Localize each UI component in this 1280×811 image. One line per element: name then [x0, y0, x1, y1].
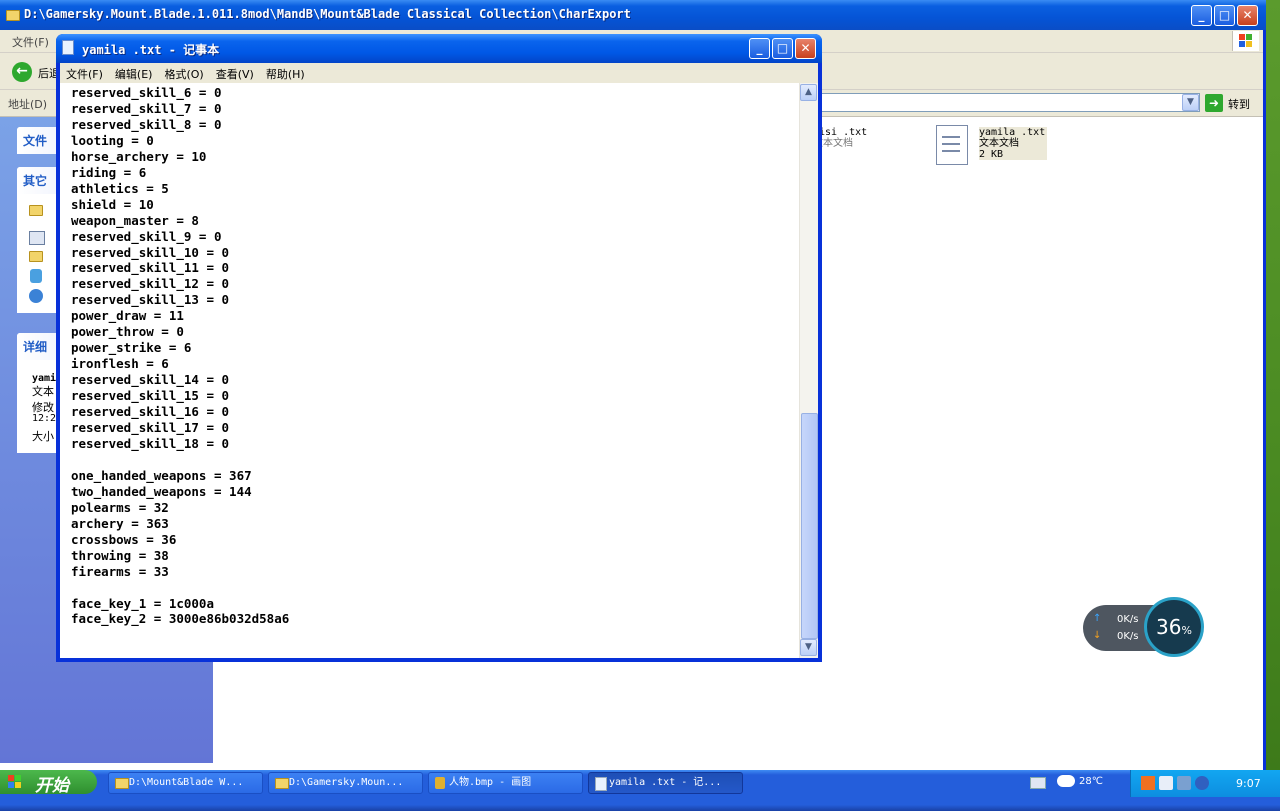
network-tray-icon[interactable]	[1177, 776, 1191, 790]
documents-icon[interactable]	[29, 231, 45, 245]
folder-icon	[115, 778, 129, 789]
weather-icon[interactable]	[1057, 775, 1075, 787]
address-label: 地址(D)	[8, 98, 48, 111]
taskbar-button-label: D:\Mount&Blade W...	[129, 777, 244, 788]
notepad-icon	[62, 40, 74, 55]
notepad-content[interactable]: reserved_skill_6 = 0 reserved_skill_7 = …	[60, 83, 799, 627]
taskbar-button-label: yamila .txt - 记...	[609, 777, 722, 788]
file-name: eisi .txt	[813, 127, 868, 138]
download-speed: 0K/s	[1117, 631, 1139, 642]
tray-app-icon[interactable]	[1141, 776, 1155, 790]
volume-icon[interactable]	[1159, 776, 1173, 790]
file-name: yamila .txt	[979, 127, 1046, 138]
notepad-minimize-button[interactable]: _	[749, 38, 770, 59]
notepad-vertical-scrollbar[interactable]: ▲ ▼	[799, 83, 818, 658]
file-item-yamila[interactable]: yamila .txt 文本文档 2 KB	[979, 127, 1047, 160]
upload-speed: 0K/s	[1117, 614, 1139, 625]
menu-format[interactable]: 格式(O)	[164, 65, 203, 85]
notepad-maximize-button[interactable]: □	[772, 38, 793, 59]
explorer-title-bar[interactable]: D:\Gamersky.Mount.Blade.1.011.8mod\MandB…	[0, 0, 1266, 30]
file-size: B	[813, 149, 883, 160]
clock[interactable]: 9:07	[1236, 777, 1261, 790]
usage-unit: %	[1181, 624, 1192, 637]
taskbar-button-label: 人物.bmp - 画图	[449, 777, 532, 788]
usage-value: 36	[1156, 615, 1182, 639]
folder-icon	[275, 778, 289, 789]
start-label: 开始	[35, 776, 69, 796]
windows-logo-icon	[1232, 31, 1259, 51]
details-size-label: 大小	[32, 430, 54, 443]
notepad-title: yamila .txt - 记事本	[82, 43, 220, 57]
address-dropdown-button[interactable]: ▼	[1182, 94, 1199, 111]
scroll-up-button[interactable]: ▲	[800, 84, 817, 101]
file-type: 文本文档	[979, 138, 1019, 149]
details-file-type: 文本	[32, 385, 54, 398]
menu-file[interactable]: 文件(F)	[66, 65, 103, 85]
explorer-menu-file[interactable]: 文件(F)	[12, 34, 49, 50]
details-modified-time: 12:2	[32, 413, 57, 424]
desktop-background	[1266, 0, 1280, 770]
menu-view[interactable]: 查看(V)	[216, 65, 254, 85]
folder-icon[interactable]	[29, 205, 43, 216]
taskbar-button-notepad[interactable]: yamila .txt - 记...	[588, 772, 743, 794]
explorer-maximize-button[interactable]: □	[1214, 5, 1235, 26]
download-arrow-icon: ↓	[1093, 630, 1102, 641]
notepad-menu-bar: 文件(F) 编辑(E) 格式(O) 查看(V) 帮助(H)	[60, 63, 818, 83]
back-arrow-icon[interactable]: ←	[12, 62, 32, 82]
menu-help[interactable]: 帮助(H)	[266, 65, 305, 85]
computer-icon[interactable]	[30, 269, 42, 283]
network-icon[interactable]	[29, 289, 43, 303]
explorer-minimize-button[interactable]: _	[1191, 5, 1212, 26]
windows-flag-icon	[8, 775, 22, 789]
notepad-window: yamila .txt - 记事本 _ □ ✕ 文件(F) 编辑(E) 格式(O) 查…	[56, 34, 822, 662]
file-item-eisi[interactable]: eisi .txt 文本文档 B	[813, 127, 883, 160]
explorer-title: D:\Gamersky.Mount.Blade.1.011.8mod\MandB…	[24, 7, 631, 21]
taskbar-button-label: D:\Gamersky.Moun...	[289, 777, 404, 788]
address-input[interactable]	[820, 93, 1200, 112]
paint-icon	[435, 777, 445, 789]
start-button[interactable]: 开始	[0, 770, 97, 796]
scroll-thumb[interactable]	[801, 413, 818, 639]
notepad-icon	[595, 777, 607, 791]
upload-arrow-icon: ↑	[1093, 613, 1102, 624]
taskbar-button-explorer-mountblade[interactable]: D:\Mount&Blade W...	[108, 772, 263, 794]
go-button[interactable]: 转到	[1228, 96, 1250, 112]
taskbar-button-paint[interactable]: 人物.bmp - 画图	[428, 772, 583, 794]
security-icon[interactable]	[1195, 776, 1209, 790]
system-tray: 9:07	[1130, 770, 1280, 797]
menu-edit[interactable]: 编辑(E)	[115, 65, 153, 85]
explorer-close-button[interactable]: ✕	[1237, 5, 1258, 26]
scroll-down-button[interactable]: ▼	[800, 639, 817, 656]
taskbar-button-explorer-gamersky[interactable]: D:\Gamersky.Moun...	[268, 772, 423, 794]
taskbar: 开始 D:\Mount&Blade W... D:\Gamersky.Moun.…	[0, 770, 1280, 811]
folder-icon[interactable]	[29, 251, 43, 262]
keyboard-icon[interactable]	[1030, 777, 1046, 789]
go-arrow-icon[interactable]: ➜	[1205, 94, 1223, 112]
notepad-title-bar[interactable]: yamila .txt - 记事本 _ □ ✕	[56, 34, 822, 63]
notepad-close-button[interactable]: ✕	[795, 38, 816, 59]
notepad-text-area[interactable]: reserved_skill_6 = 0 reserved_skill_7 = …	[60, 83, 799, 658]
file-size: 2 KB	[979, 149, 1004, 160]
file-type: 文本文档	[813, 138, 853, 149]
text-document-icon[interactable]	[936, 125, 968, 165]
weather-temperature: 28℃	[1079, 776, 1103, 787]
folder-icon	[6, 10, 20, 21]
memory-usage-gauge[interactable]: 36%	[1144, 597, 1204, 657]
